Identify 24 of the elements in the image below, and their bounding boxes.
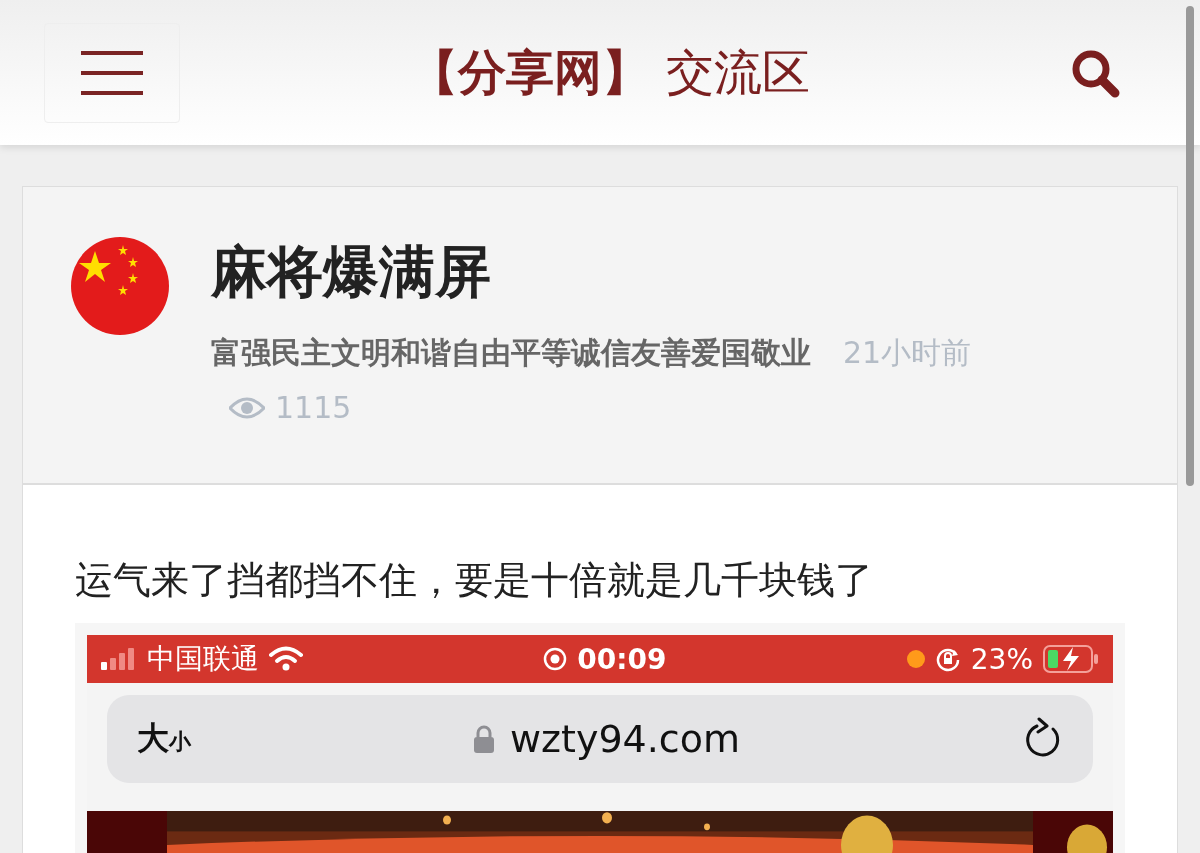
avatar-icon	[71, 237, 169, 335]
carrier-name: 中国联通	[147, 641, 259, 677]
battery-percent: 23%	[970, 642, 1033, 676]
lock-icon	[474, 725, 494, 753]
rotation-lock-icon	[934, 646, 961, 672]
record-icon	[543, 647, 568, 671]
battery-icon	[1043, 645, 1099, 673]
scrollbar[interactable]	[1186, 6, 1194, 486]
view-count: 1115	[275, 390, 352, 425]
eye-icon	[229, 395, 265, 420]
url-text: wzty94.com	[510, 717, 740, 761]
post-title: 麻将爆满屏	[211, 238, 492, 306]
menu-icon	[81, 50, 143, 95]
post-time: 21小时前	[843, 334, 972, 372]
menu-button[interactable]	[44, 22, 180, 123]
wifi-icon	[269, 646, 303, 672]
address-bar[interactable]: 大小 wzty94.com	[107, 695, 1093, 783]
dot-icon	[906, 650, 925, 668]
text-size-button[interactable]: 大小	[137, 717, 191, 761]
post-text: 运气来了挡都挡不住，要是十倍就是几千块钱了	[75, 557, 874, 604]
clock-time: 00:09	[577, 642, 667, 676]
site-title: 【分享网】 交流区	[409, 42, 811, 102]
signal-icon	[101, 648, 137, 670]
author-name[interactable]: 富强民主文明和谐自由平等诚信友善爱国敬业	[211, 333, 811, 374]
